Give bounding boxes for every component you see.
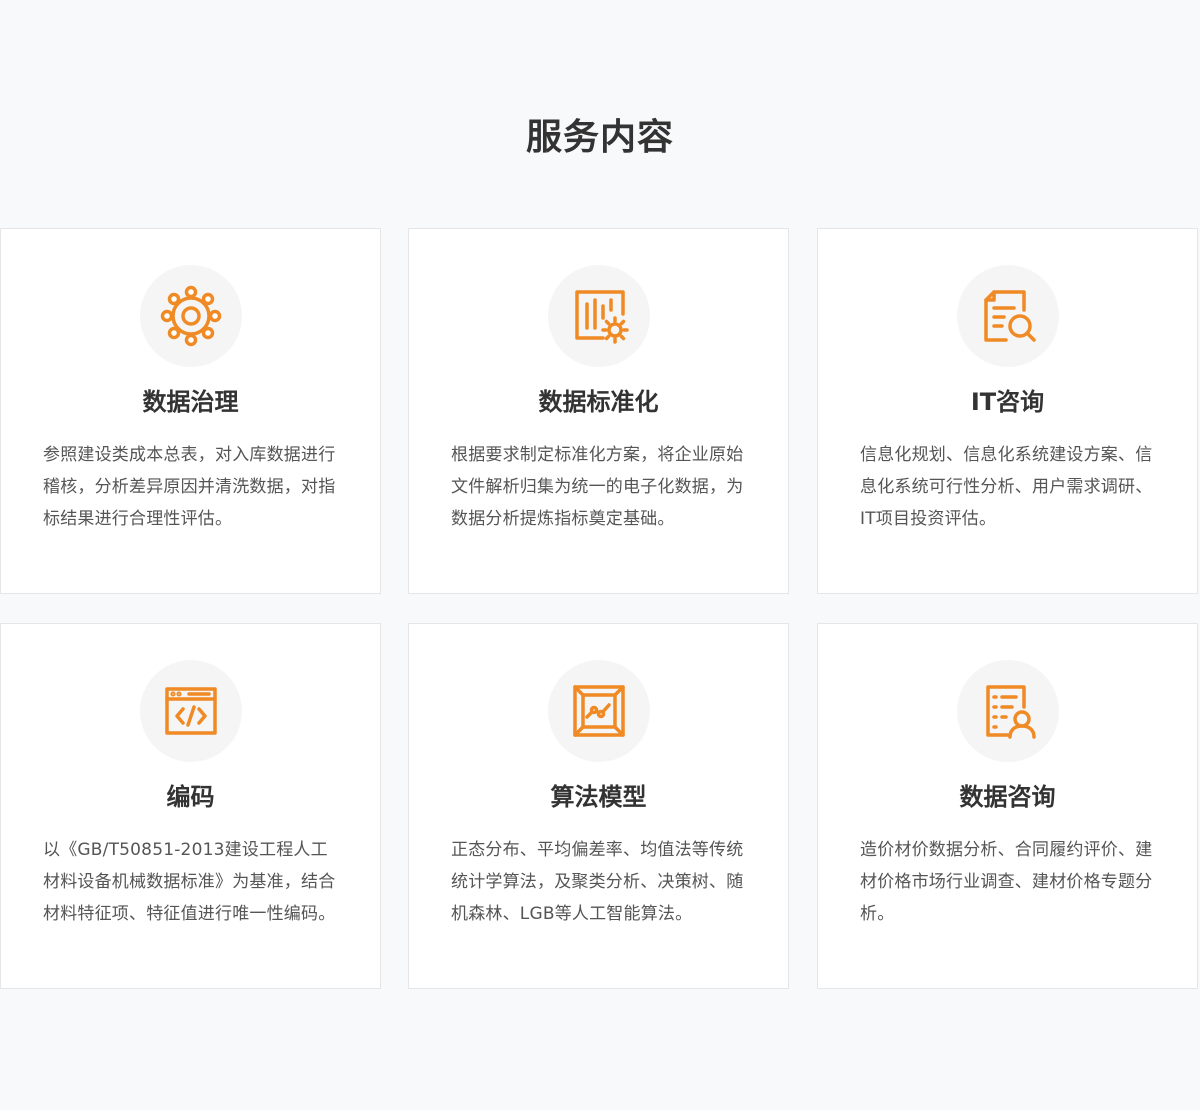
service-card-coding[interactable]: 编码 以《GB/T50851-2013建设工程人工材料设备机械数据标准》为基准，… xyxy=(0,623,381,989)
card-title: IT咨询 xyxy=(970,388,1045,416)
card-description: 信息化规划、信息化系统建设方案、信息化系统可行性分析、用户需求调研、IT项目投资… xyxy=(860,445,1153,529)
service-card-algorithm-model[interactable]: 算法模型 正态分布、平均偏差率、均值法等传统统计学算法，及聚类分析、决策树、随机… xyxy=(408,623,789,989)
card-title: 算法模型 xyxy=(550,783,647,811)
gear-icon xyxy=(139,265,242,367)
card-title: 编码 xyxy=(166,783,215,811)
card-title: 数据标准化 xyxy=(538,388,659,416)
card-description: 根据要求制定标准化方案，将企业原始文件解析归集为统一的电子化数据，为数据分析提炼… xyxy=(451,445,744,529)
service-card-it-consulting[interactable]: IT咨询 信息化规划、信息化系统建设方案、信息化系统可行性分析、用户需求调研、I… xyxy=(817,228,1198,594)
card-description: 以《GB/T50851-2013建设工程人工材料设备机械数据标准》为基准，结合材… xyxy=(43,840,336,924)
service-card-data-standardization[interactable]: 数据标准化 根据要求制定标准化方案，将企业原始文件解析归集为统一的电子化数据，为… xyxy=(408,228,789,594)
card-description: 正态分布、平均偏差率、均值法等传统统计学算法，及聚类分析、决策树、随机森林、LG… xyxy=(451,840,744,924)
card-title: 数据咨询 xyxy=(959,783,1056,811)
section-title: 服务内容 xyxy=(525,117,674,158)
service-card-data-governance[interactable]: 数据治理 参照建设类成本总表，对入库数据进行稽核，分析差异原因并清洗数据，对指标… xyxy=(0,228,381,594)
code-window-icon xyxy=(139,660,242,762)
card-description: 参照建设类成本总表，对入库数据进行稽核，分析差异原因并清洗数据，对指标结果进行合… xyxy=(43,445,336,529)
model-box-icon xyxy=(547,660,650,762)
document-search-icon xyxy=(956,265,1059,367)
card-title: 数据治理 xyxy=(142,388,239,416)
card-description: 造价材价数据分析、合同履约评价、建材价格市场行业调查、建材价格专题分析。 xyxy=(860,840,1153,924)
chart-gear-icon xyxy=(547,265,650,367)
service-card-data-consulting[interactable]: 数据咨询 造价材价数据分析、合同履约评价、建材价格市场行业调查、建材价格专题分析… xyxy=(817,623,1198,989)
document-user-icon xyxy=(956,660,1059,762)
